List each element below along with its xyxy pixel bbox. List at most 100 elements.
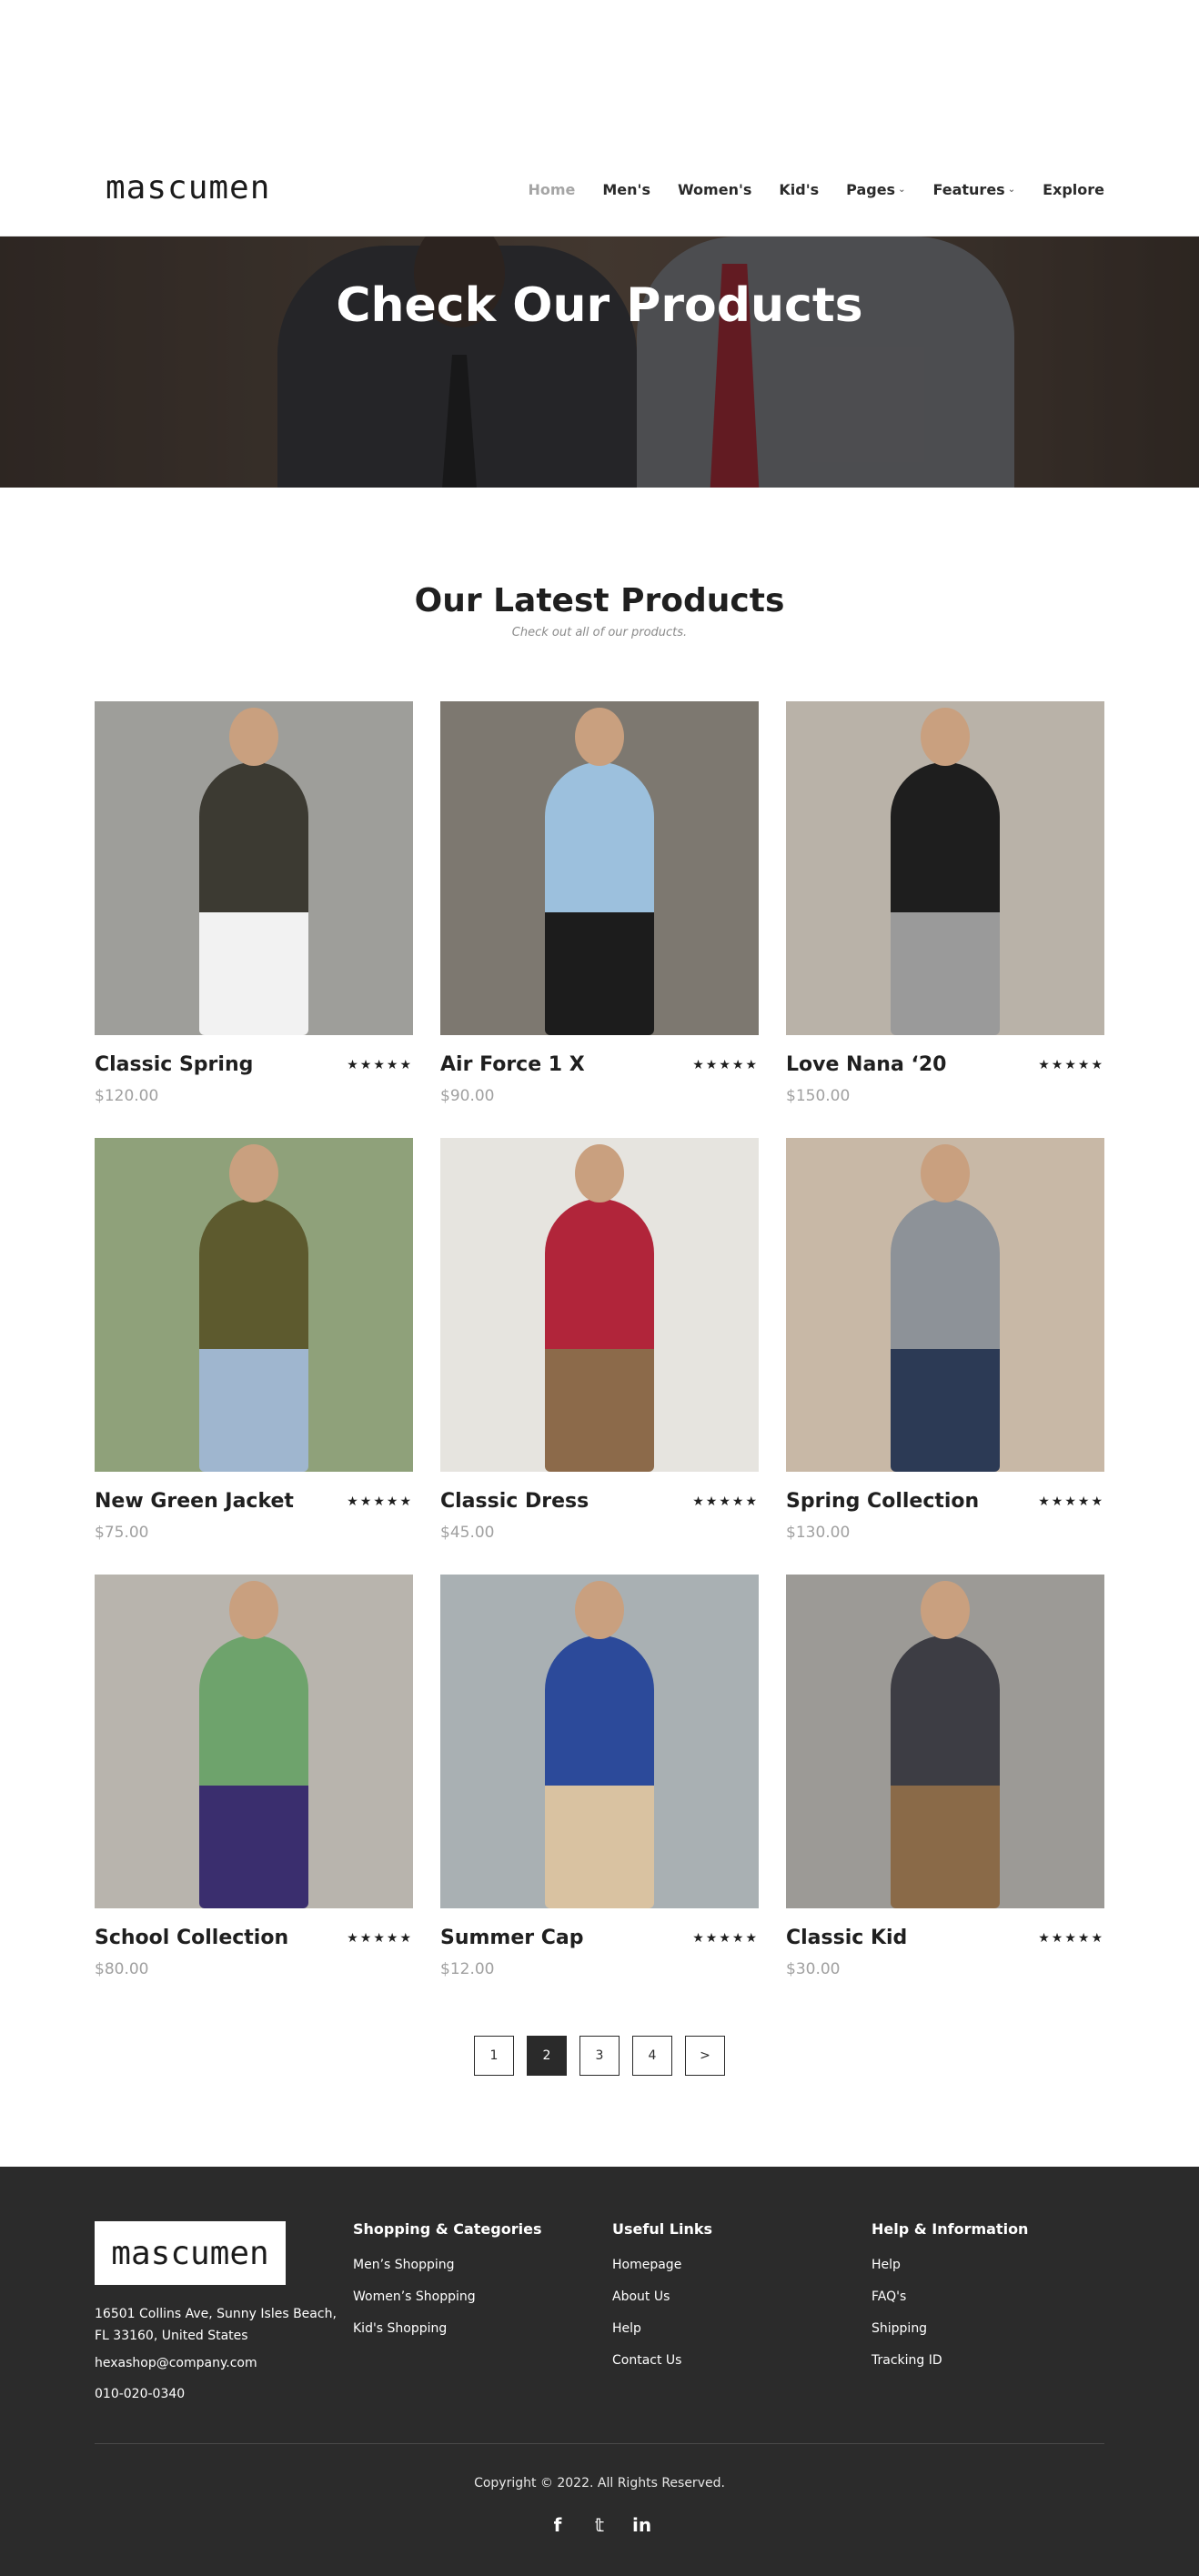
product-name[interactable]: Classic Kid <box>786 1927 907 1949</box>
footer-address: 16501 Collins Ave, Sunny Isles Beach, FL… <box>95 2307 337 2343</box>
chevron-down-icon: ⌄ <box>1007 185 1016 195</box>
footer-link[interactable]: Kid's Shopping <box>353 2321 541 2336</box>
product-price: $75.00 <box>95 1524 149 1542</box>
rating-stars-icon: ★★★★★ <box>347 1494 413 1509</box>
nav-item-womens[interactable]: Women's <box>678 181 751 198</box>
nav-item-home[interactable]: Home <box>528 181 575 198</box>
product-name[interactable]: Love Nana ‘20 <box>786 1053 946 1076</box>
product-name[interactable]: Summer Cap <box>440 1927 584 1949</box>
product-image[interactable] <box>95 701 413 1035</box>
nav-item-pages[interactable]: Pages ⌄ <box>846 181 905 198</box>
nav-item-kids[interactable]: Kid's <box>779 181 819 198</box>
site-footer: mascumen 16501 Collins Ave, Sunny Isles … <box>0 2167 1199 2576</box>
product-image[interactable] <box>440 1138 759 1472</box>
rating-stars-icon: ★★★★★ <box>692 1057 759 1072</box>
product-price: $45.00 <box>440 1524 495 1542</box>
nav-item-label: Kid's <box>779 181 820 198</box>
footer-phone[interactable]: 010-020-0340 <box>95 2387 185 2401</box>
product-card[interactable]: Classic Dress ★★★★★ $45.00 <box>440 1138 759 1575</box>
twitter-icon[interactable]: 𝕥 <box>590 2514 609 2536</box>
linkedin-icon[interactable]: in <box>632 2514 651 2536</box>
rating-stars-icon: ★★★★★ <box>692 1494 759 1509</box>
nav-item-label: Men's <box>602 181 650 198</box>
footer-link[interactable]: Tracking ID <box>872 2353 1028 2368</box>
next-page-button[interactable]: > <box>685 2036 725 2076</box>
footer-column-title: Shopping & Categories <box>353 2220 542 2238</box>
footer-column-shopping: Shopping & Categories Men’s Shopping Wom… <box>353 2220 541 2353</box>
pagination: 1 2 3 4 > <box>0 2036 1199 2076</box>
footer-logo[interactable]: mascumen <box>95 2221 286 2285</box>
rating-stars-icon: ★★★★★ <box>347 1057 413 1072</box>
main-nav: Home Men's Women's Kid's Pages ⌄ Features ⌄ Expl… <box>528 181 1104 198</box>
nav-item-features[interactable]: Features ⌄ <box>932 181 1015 198</box>
product-name[interactable]: Air Force 1 X <box>440 1053 585 1076</box>
product-image[interactable] <box>95 1138 413 1472</box>
product-image[interactable] <box>440 701 759 1035</box>
section-subtitle: Check out all of our products. <box>511 626 688 639</box>
nav-item-label: Explore <box>1043 181 1104 198</box>
footer-link[interactable]: Men’s Shopping <box>353 2258 541 2272</box>
nav-item-label: Home <box>528 181 576 198</box>
product-price: $90.00 <box>440 1087 495 1105</box>
product-card[interactable]: School Collection ★★★★★ $80.00 <box>95 1575 413 2011</box>
product-price: $150.00 <box>786 1087 851 1105</box>
product-name[interactable]: School Collection <box>95 1927 288 1949</box>
footer-link[interactable]: Contact Us <box>612 2353 712 2368</box>
footer-link[interactable]: Help <box>612 2321 712 2336</box>
product-image[interactable] <box>786 1138 1104 1472</box>
product-card[interactable]: Love Nana ‘20 ★★★★★ $150.00 <box>786 701 1104 1138</box>
chevron-down-icon: ⌄ <box>898 185 906 195</box>
rating-stars-icon: ★★★★★ <box>347 1930 413 1946</box>
hero-banner: Check Our Products <box>0 236 1199 488</box>
product-name[interactable]: Classic Dress <box>440 1490 589 1513</box>
footer-link[interactable]: Homepage <box>612 2258 712 2272</box>
facebook-icon[interactable]: f <box>549 2514 567 2536</box>
product-card[interactable]: Spring Collection ★★★★★ $130.00 <box>786 1138 1104 1575</box>
nav-item-label: Features <box>932 181 1005 198</box>
product-card[interactable]: Summer Cap ★★★★★ $12.00 <box>440 1575 759 2011</box>
section-title: Our Latest Products <box>414 582 785 619</box>
rating-stars-icon: ★★★★★ <box>1038 1494 1104 1509</box>
product-name[interactable]: New Green Jacket <box>95 1490 294 1513</box>
footer-divider <box>95 2443 1104 2444</box>
product-grid: Classic Spring ★★★★★ $120.00 Air Force 1 X ★… <box>95 701 1104 2011</box>
product-image[interactable] <box>786 701 1104 1035</box>
footer-email[interactable]: hexashop@company.com <box>95 2356 257 2370</box>
product-image[interactable] <box>440 1575 759 1908</box>
footer-column-help: Help & Information Help FAQ's Shipping T… <box>872 2220 1028 2385</box>
site-logo[interactable]: mascumen <box>106 169 270 206</box>
footer-link[interactable]: Women’s Shopping <box>353 2289 541 2304</box>
page-button-2[interactable]: 2 <box>527 2036 567 2076</box>
footer-link[interactable]: FAQ's <box>872 2289 1028 2304</box>
social-links: f 𝕥 in <box>0 2514 1199 2536</box>
footer-column-useful-links: Useful Links Homepage About Us Help Cont… <box>612 2220 712 2385</box>
page-button-3[interactable]: 3 <box>579 2036 620 2076</box>
nav-item-mens[interactable]: Men's <box>602 181 650 198</box>
product-price: $130.00 <box>786 1524 851 1542</box>
footer-column-title: Useful Links <box>612 2220 713 2238</box>
nav-item-label: Women's <box>677 181 752 198</box>
product-name[interactable]: Classic Spring <box>95 1053 253 1076</box>
product-name[interactable]: Spring Collection <box>786 1490 979 1513</box>
rating-stars-icon: ★★★★★ <box>1038 1930 1104 1946</box>
nav-item-explore[interactable]: Explore <box>1043 181 1104 198</box>
product-image[interactable] <box>786 1575 1104 1908</box>
product-card[interactable]: Classic Spring ★★★★★ $120.00 <box>95 701 413 1138</box>
footer-link[interactable]: Shipping <box>872 2321 1028 2336</box>
nav-item-label: Pages <box>846 181 896 198</box>
product-card[interactable]: New Green Jacket ★★★★★ $75.00 <box>95 1138 413 1575</box>
copyright-text: Copyright © 2022. All Rights Reserved. <box>474 2476 725 2490</box>
footer-link[interactable]: Help <box>872 2258 1028 2272</box>
page-button-1[interactable]: 1 <box>474 2036 514 2076</box>
footer-link[interactable]: About Us <box>612 2289 712 2304</box>
product-card[interactable]: Classic Kid ★★★★★ $30.00 <box>786 1575 1104 2011</box>
hero-title: Check Our Products <box>336 278 863 333</box>
product-price: $12.00 <box>440 1960 495 1978</box>
page-button-4[interactable]: 4 <box>632 2036 672 2076</box>
product-price: $120.00 <box>95 1087 159 1105</box>
product-price: $30.00 <box>786 1960 841 1978</box>
product-image[interactable] <box>95 1575 413 1908</box>
product-price: $80.00 <box>95 1960 149 1978</box>
rating-stars-icon: ★★★★★ <box>1038 1057 1104 1072</box>
product-card[interactable]: Air Force 1 X ★★★★★ $90.00 <box>440 701 759 1138</box>
